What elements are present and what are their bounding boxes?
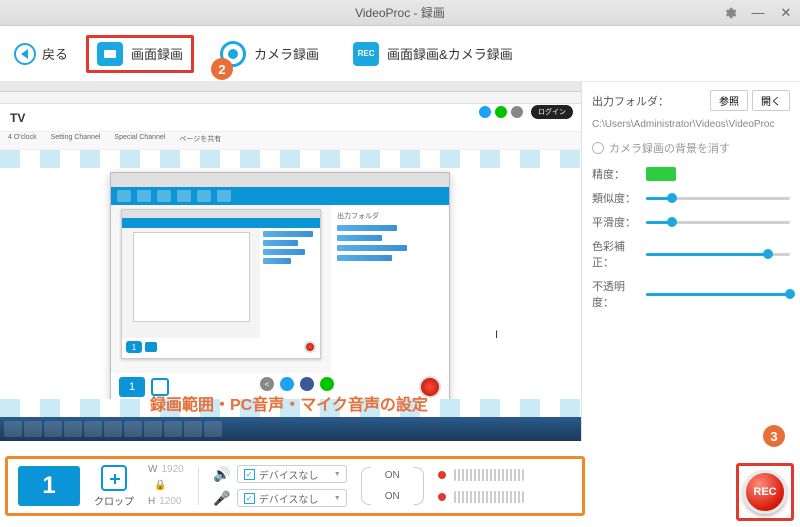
lock-icon[interactable]: 🔒 [154,478,166,494]
mic-level-meter [454,491,524,503]
slider-thumb[interactable] [763,249,773,259]
mic-led-icon [438,493,446,501]
step-badge-3: 3 [763,425,785,447]
mic-icon: 🎤 [213,490,231,507]
share-arrow-icon: < [260,377,274,391]
main-area: TV ログイン 4 O'clock Setting Channel Specia… [0,82,800,441]
nested-number-box: 1 [119,377,145,397]
titlebar: VideoProc - 録画 — ✕ [0,0,800,26]
slider-thumb[interactable] [667,193,677,203]
erase-bg-checkbox[interactable]: カメラ録画の背景を消す [592,140,790,156]
slider-track[interactable] [646,197,790,200]
precision-badge [646,167,676,181]
slider-thumb[interactable] [667,217,677,227]
nested-preview: 1 [121,209,321,359]
record-settings-bar: 1 クロップ W1920 🔒 H1200 🔊 ✓ デバイスなし 🎤 ✓ デバイス… [5,456,585,516]
mode-screen-camera-record[interactable]: 画面録画&カメラ録画 [345,38,521,70]
slider-label: 精度： [592,166,636,182]
preview-panel: TV ログイン 4 O'clock Setting Channel Specia… [0,82,582,441]
dimensions-display: W1920 🔒 H1200 [148,462,184,510]
rec-icon [353,42,379,66]
check-icon: ✓ [244,493,255,504]
speaker-led-icon [438,471,446,479]
slider-4[interactable]: 不透明度： [592,278,790,310]
speaker-on-label: ON [385,470,400,481]
crop-label: クロップ [94,493,134,508]
mic-on-label: ON [385,491,400,502]
slider-3[interactable]: 色彩補正： [592,238,790,270]
slider-label: 不透明度： [592,278,636,310]
record-button[interactable]: REC [743,470,787,514]
crop-button[interactable]: クロップ [94,465,134,508]
wave-decoration [0,150,581,168]
share-icon [511,106,523,118]
rec-button-highlight: REC [736,463,794,521]
mode-toolbar: 戻る 画面録画 カメラ録画 画面録画&カメラ録画 [0,26,800,82]
mode-both-label: 画面録画&カメラ録画 [387,44,513,63]
twitter-icon [280,377,294,391]
windows-taskbar [0,417,581,441]
slider-0: 精度： [592,166,790,182]
output-folder-label: 出力フォルダ： [592,93,669,109]
speaker-level-meter [454,469,524,481]
slider-1[interactable]: 類似度： [592,190,790,206]
speaker-device-select[interactable]: ✓ デバイスなし [237,465,347,483]
line-icon [495,106,507,118]
nested-videoproc-window: 1 出力フォルダ [110,172,450,402]
step-badge-2: 2 [211,58,233,80]
browser-tabs [0,82,581,92]
annotation-text: 録画範囲・PC音声・マイク音声の設定 [150,391,428,415]
close-button[interactable]: ✕ [772,0,800,25]
text-cursor: I [495,329,498,341]
slider-label: 色彩補正： [592,238,636,270]
slider-2[interactable]: 平滑度： [592,214,790,230]
speaker-icon: 🔊 [213,466,231,483]
browser-urlbar [0,92,581,104]
slider-track[interactable] [646,253,790,256]
slider-label: 類似度： [592,190,636,206]
slider-thumb[interactable] [785,289,795,299]
mic-device-select[interactable]: ✓ デバイスなし [237,489,347,507]
facebook-icon [300,377,314,391]
check-icon: ✓ [244,469,255,480]
minimize-button[interactable]: — [744,0,772,25]
monitor-icon [97,42,123,66]
back-label: 戻る [42,44,68,63]
mode-screen-record[interactable]: 画面録画 [86,35,194,73]
audio-device-block: 🔊 ✓ デバイスなし 🎤 ✓ デバイスなし [213,465,347,507]
open-button[interactable]: 開く [752,90,790,111]
crop-icon [101,465,127,491]
back-arrow-icon [14,43,36,65]
line-icon [320,377,334,391]
checkbox-icon [592,142,604,154]
mode-camera-label: カメラ録画 [254,44,319,63]
site-logo: TV [10,111,25,125]
app-title: VideoProc - 録画 [355,4,445,21]
erase-bg-label: カメラ録画の背景を消す [609,140,730,156]
settings-icon[interactable] [716,0,744,25]
site-nav: 4 O'clock Setting Channel Special Channe… [0,132,581,150]
login-button: ログイン [531,105,573,119]
settings-sidebar: 出力フォルダ： 参照 開く C:\Users\Administrator\Vid… [582,82,800,441]
browse-button[interactable]: 参照 [710,90,748,111]
twitter-icon [479,106,491,118]
site-header: TV ログイン [0,104,581,132]
slider-track[interactable] [646,293,790,296]
slider-label: 平滑度： [592,214,636,230]
output-path: C:\Users\Administrator\Videos\VideoProc [592,119,790,130]
slider-track[interactable] [646,221,790,224]
back-button[interactable]: 戻る [14,43,68,65]
mode-screen-label: 画面録画 [131,44,183,63]
screen-number-box[interactable]: 1 [18,466,80,506]
